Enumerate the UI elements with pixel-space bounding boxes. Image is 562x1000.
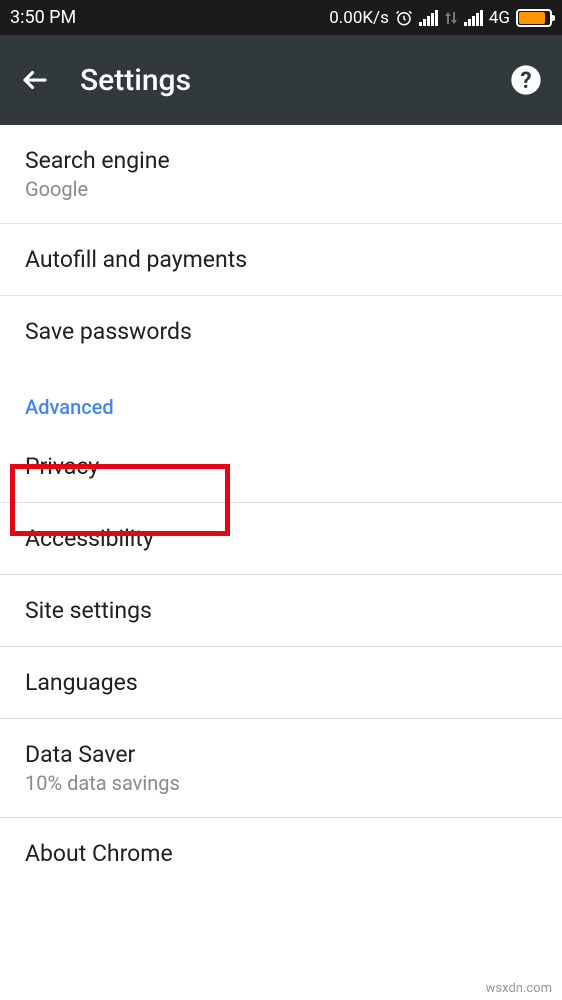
status-indicators: 0.00K/s 4G (329, 8, 552, 28)
help-button[interactable]: ? (510, 64, 542, 96)
svg-text:?: ? (520, 67, 531, 94)
alarm-icon (395, 9, 413, 27)
item-title: Accessibility (25, 525, 537, 552)
item-title: Autofill and payments (25, 246, 537, 273)
item-title: Site settings (25, 597, 537, 624)
data-rate: 0.00K/s (329, 8, 389, 28)
back-button[interactable] (20, 65, 50, 95)
item-subtitle: 10% data savings (25, 771, 537, 795)
item-subtitle: Google (25, 177, 537, 201)
setting-accessibility[interactable]: Accessibility (0, 503, 562, 575)
setting-site-settings[interactable]: Site settings (0, 575, 562, 647)
item-title: Search engine (25, 147, 537, 174)
app-bar: Settings ? (0, 35, 562, 125)
item-title: Languages (25, 669, 537, 696)
network-label: 4G (489, 8, 510, 28)
item-title: About Chrome (25, 840, 537, 867)
page-title: Settings (80, 63, 480, 98)
section-header-advanced: Advanced (0, 367, 562, 431)
data-arrows-icon (444, 10, 458, 26)
battery-icon (516, 9, 552, 27)
signal-icon-2 (464, 10, 483, 26)
settings-list: Search engine Google Autofill and paymen… (0, 125, 562, 889)
signal-icon (419, 10, 438, 26)
setting-languages[interactable]: Languages (0, 647, 562, 719)
setting-search-engine[interactable]: Search engine Google (0, 125, 562, 224)
item-title: Save passwords (25, 318, 537, 345)
setting-privacy[interactable]: Privacy (0, 431, 562, 503)
status-time: 3:50 PM (10, 7, 76, 28)
setting-autofill[interactable]: Autofill and payments (0, 224, 562, 296)
setting-save-passwords[interactable]: Save passwords (0, 296, 562, 367)
item-title: Privacy (25, 453, 537, 480)
watermark: wsxdn.com (486, 981, 552, 996)
setting-data-saver[interactable]: Data Saver 10% data savings (0, 719, 562, 818)
setting-about-chrome[interactable]: About Chrome (0, 818, 562, 889)
status-bar: 3:50 PM 0.00K/s 4G (0, 0, 562, 35)
item-title: Data Saver (25, 741, 537, 768)
